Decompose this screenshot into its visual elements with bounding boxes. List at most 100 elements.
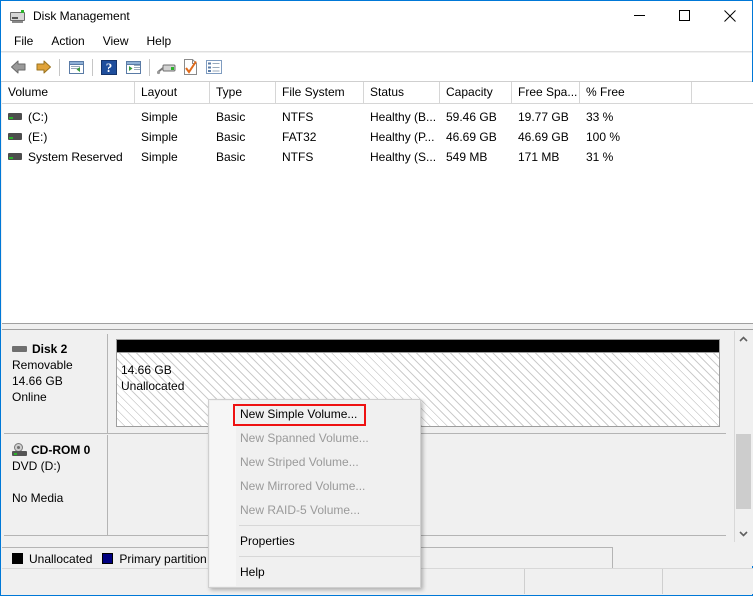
- rescan-disks-icon[interactable]: [154, 56, 178, 79]
- legend-swatch-primary-partition: [102, 553, 114, 564]
- row-layout-cell: Simple: [141, 150, 178, 164]
- menu-item-new-simple-volume[interactable]: New Simple Volume...: [209, 402, 420, 426]
- table-row[interactable]: (C:) Simple Basic NTFS Healthy (B... 59.…: [2, 107, 753, 127]
- toolbar-separator: [149, 58, 150, 76]
- column-header-file-system[interactable]: File System: [276, 82, 364, 103]
- disk-management-icon: [10, 8, 26, 24]
- row-filesystem-cell: NTFS: [282, 150, 314, 164]
- disk-type-label: Removable: [12, 358, 73, 372]
- disk-type-label: DVD (D:): [12, 459, 61, 473]
- toolbar: ?: [1, 53, 752, 82]
- drive-icon: [8, 112, 22, 122]
- column-header-free-space[interactable]: Free Spa...: [512, 82, 580, 103]
- row-capacity-cell: 59.46 GB: [446, 110, 497, 124]
- column-header-status[interactable]: Status: [364, 82, 440, 103]
- status-panel-secondary: [525, 569, 663, 594]
- drive-icon: [8, 132, 22, 142]
- row-layout-cell: Simple: [141, 110, 178, 124]
- help-icon[interactable]: ?: [97, 56, 121, 79]
- menu-item-new-raid5-volume: New RAID-5 Volume...: [240, 503, 361, 517]
- status-panel-tertiary: [663, 569, 753, 594]
- row-capacity-cell: 549 MB: [446, 150, 488, 164]
- up-one-level-icon[interactable]: [64, 56, 88, 79]
- row-percentfree-cell: 31 %: [586, 150, 614, 164]
- row-status-cell: Healthy (S...: [370, 150, 437, 164]
- row-percentfree-cell: 33 %: [586, 110, 614, 124]
- row-filesystem-cell: NTFS: [282, 110, 314, 124]
- disk-size-label: [12, 474, 107, 490]
- hard-disk-icon: [12, 345, 27, 353]
- disk-name-label: CD-ROM 0: [31, 443, 91, 457]
- list-view-icon[interactable]: [202, 56, 226, 79]
- row-volume-cell: System Reserved: [2, 147, 135, 167]
- partition-label: 14.66 GB Unallocated: [121, 362, 184, 394]
- menu-item-properties[interactable]: Properties: [209, 529, 420, 553]
- disk-info-cdrom0: CD-ROM 0 DVD (D:) No Media: [4, 435, 108, 535]
- window-title: Disk Management: [33, 8, 130, 23]
- menu-help[interactable]: Help: [138, 32, 181, 50]
- column-header-filler[interactable]: [692, 82, 753, 103]
- column-header-capacity[interactable]: Capacity: [440, 82, 512, 103]
- disk-info-disk2: Disk 2 Removable 14.66 GB Online: [4, 334, 108, 433]
- row-status-cell: Healthy (P...: [370, 130, 435, 144]
- disk-state-label: No Media: [12, 491, 64, 505]
- menu-item-help[interactable]: Help: [209, 560, 420, 584]
- close-button[interactable]: [707, 1, 752, 30]
- menu-item-new-spanned-volume: New Spanned Volume...: [240, 431, 369, 445]
- toolbar-separator: [59, 58, 60, 76]
- legend-item-unallocated: Unallocated: [12, 552, 92, 566]
- scroll-down-arrow-icon[interactable]: [735, 525, 751, 542]
- table-row[interactable]: (E:) Simple Basic FAT32 Healthy (P... 46…: [2, 127, 753, 147]
- properties-icon[interactable]: [178, 56, 202, 79]
- legend-swatch-unallocated: [12, 553, 23, 564]
- volume-list-header: Volume Layout Type File System Status Ca…: [2, 82, 753, 104]
- legend-label-unallocated: Unallocated: [29, 551, 93, 566]
- volume-list-pane: Volume Layout Type File System Status Ca…: [2, 82, 753, 323]
- row-volume-label: (C:): [28, 110, 48, 124]
- cdrom-icon: [12, 443, 28, 457]
- forward-icon[interactable]: [31, 56, 55, 79]
- disk-title-cdrom0: CD-ROM 0: [12, 443, 107, 457]
- graphical-view-scrollbar[interactable]: [734, 331, 751, 542]
- menu-view[interactable]: View: [94, 32, 138, 50]
- toolbar-separator: [92, 58, 93, 76]
- context-menu: New Simple Volume... New Spanned Volume.…: [208, 399, 421, 588]
- back-icon[interactable]: [7, 56, 31, 79]
- row-volume-cell: (E:): [2, 127, 135, 147]
- menu-bar: File Action View Help: [1, 30, 752, 52]
- menu-action[interactable]: Action: [42, 32, 93, 50]
- scrollbar-thumb[interactable]: [736, 434, 751, 509]
- menu-item-new-mirrored-volume: New Mirrored Volume...: [240, 479, 366, 493]
- drive-icon: [8, 152, 22, 162]
- row-freespace-cell: 171 MB: [518, 150, 560, 164]
- svg-text:?: ?: [106, 60, 113, 75]
- row-volume-cell: (C:): [2, 107, 135, 127]
- disk-state-label: Online: [12, 390, 47, 404]
- column-header-volume[interactable]: Volume: [2, 82, 135, 103]
- context-menu-separator: [239, 525, 420, 526]
- row-freespace-cell: 19.77 GB: [518, 110, 569, 124]
- disk-size-label: 14.66 GB: [12, 374, 63, 388]
- row-status-cell: Healthy (B...: [370, 110, 437, 124]
- row-volume-label: (E:): [28, 130, 48, 144]
- pane-splitter[interactable]: [2, 323, 753, 330]
- scroll-up-arrow-icon[interactable]: [735, 331, 751, 348]
- disk-management-window: Disk Management File Action View Help ? …: [0, 0, 753, 596]
- partition-status-label: Unallocated: [121, 379, 185, 393]
- legend-item-primary-partition: Primary partition: [102, 551, 207, 566]
- title-bar: Disk Management: [1, 1, 752, 30]
- row-freespace-cell: 46.69 GB: [518, 130, 569, 144]
- column-header-layout[interactable]: Layout: [135, 82, 210, 103]
- column-header-percent-free[interactable]: % Free: [580, 82, 692, 103]
- table-row[interactable]: System Reserved Simple Basic NTFS Health…: [2, 147, 753, 167]
- partition-color-bar: [117, 340, 719, 352]
- menu-item-new-striped-volume: New Striped Volume...: [240, 455, 359, 469]
- show-hide-console-tree-icon[interactable]: [121, 56, 145, 79]
- legend-label-primary-partition: Primary partition: [119, 551, 207, 566]
- maximize-button[interactable]: [662, 1, 707, 30]
- row-percentfree-cell: 100 %: [586, 130, 621, 144]
- minimize-button[interactable]: [617, 1, 662, 30]
- column-header-type[interactable]: Type: [210, 82, 276, 103]
- menu-file[interactable]: File: [5, 32, 42, 50]
- row-filesystem-cell: FAT32: [282, 130, 317, 144]
